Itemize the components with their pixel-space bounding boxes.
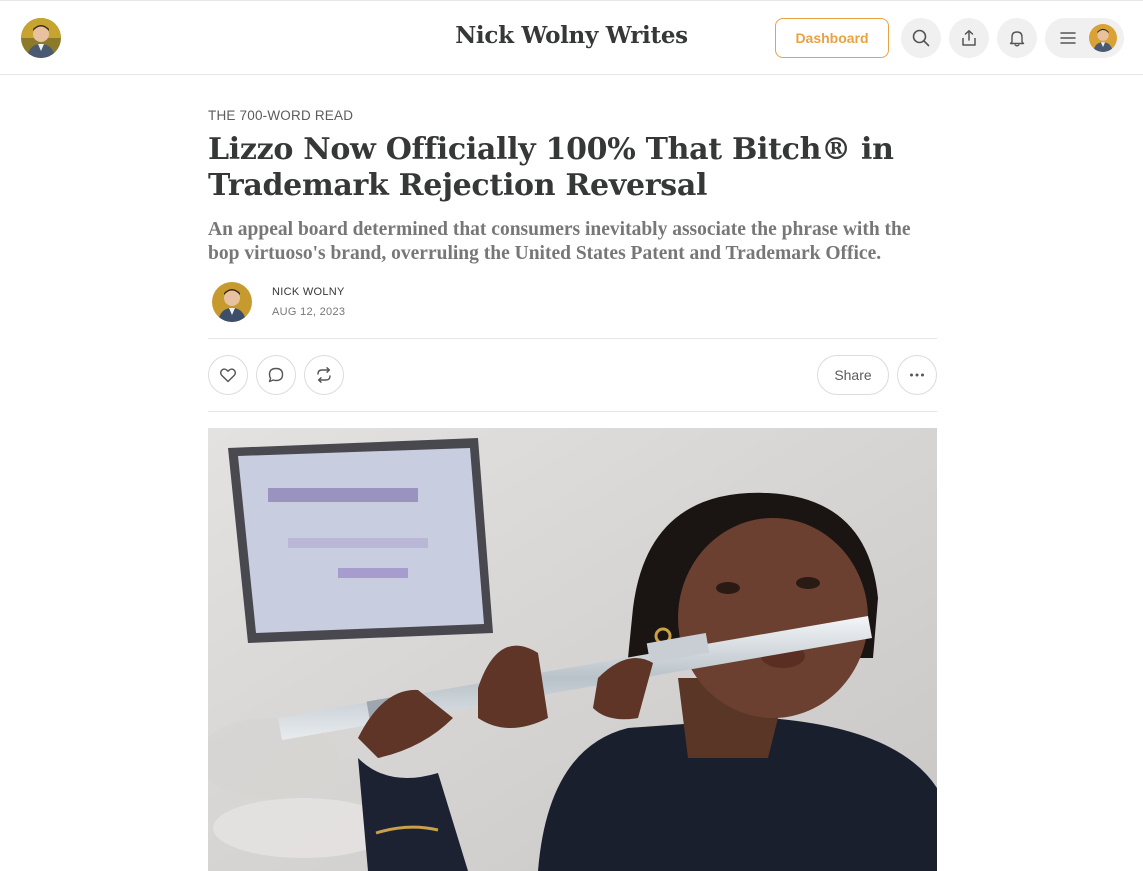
heart-icon xyxy=(220,368,236,383)
comment-icon xyxy=(268,367,284,383)
menu-icon xyxy=(1060,32,1076,44)
section-label[interactable]: THE 700-WORD READ xyxy=(208,108,353,123)
notifications-button[interactable] xyxy=(997,18,1037,58)
article-title: Lizzo Now Officially 100% That Bitch® in… xyxy=(208,132,894,203)
restack-icon xyxy=(317,367,331,383)
more-icon xyxy=(910,373,924,377)
like-button[interactable] xyxy=(208,355,248,395)
author-avatar-image xyxy=(212,282,252,322)
article-subtitle: An appeal board determined that consumer… xyxy=(208,219,911,264)
comment-button[interactable] xyxy=(256,355,296,395)
share-page-button[interactable] xyxy=(949,18,989,58)
top-border xyxy=(0,0,1143,1)
dashboard-button[interactable]: Dashboard xyxy=(775,18,889,58)
hero-photo xyxy=(208,428,937,871)
avatar-image xyxy=(21,18,61,58)
divider-bottom xyxy=(208,411,937,412)
site-header: Nick Wolny Writes Dashboard xyxy=(0,0,1143,75)
restack-button[interactable] xyxy=(304,355,344,395)
share-button[interactable]: Share xyxy=(817,355,889,395)
hero-image[interactable] xyxy=(208,428,937,871)
author-name[interactable]: NICK WOLNY xyxy=(272,286,345,298)
user-avatar xyxy=(1089,24,1117,52)
search-icon xyxy=(912,29,930,47)
user-menu-button[interactable] xyxy=(1045,18,1124,58)
more-options-button[interactable] xyxy=(897,355,937,395)
post-date: AUG 12, 2023 xyxy=(272,306,346,318)
share-icon xyxy=(962,30,976,46)
author-avatar[interactable] xyxy=(212,282,252,322)
bell-icon xyxy=(1009,31,1025,47)
site-logo-avatar[interactable] xyxy=(21,18,61,58)
search-button[interactable] xyxy=(901,18,941,58)
divider-top xyxy=(208,338,937,339)
site-title-text[interactable]: Nick Wolny Writes xyxy=(455,22,688,49)
